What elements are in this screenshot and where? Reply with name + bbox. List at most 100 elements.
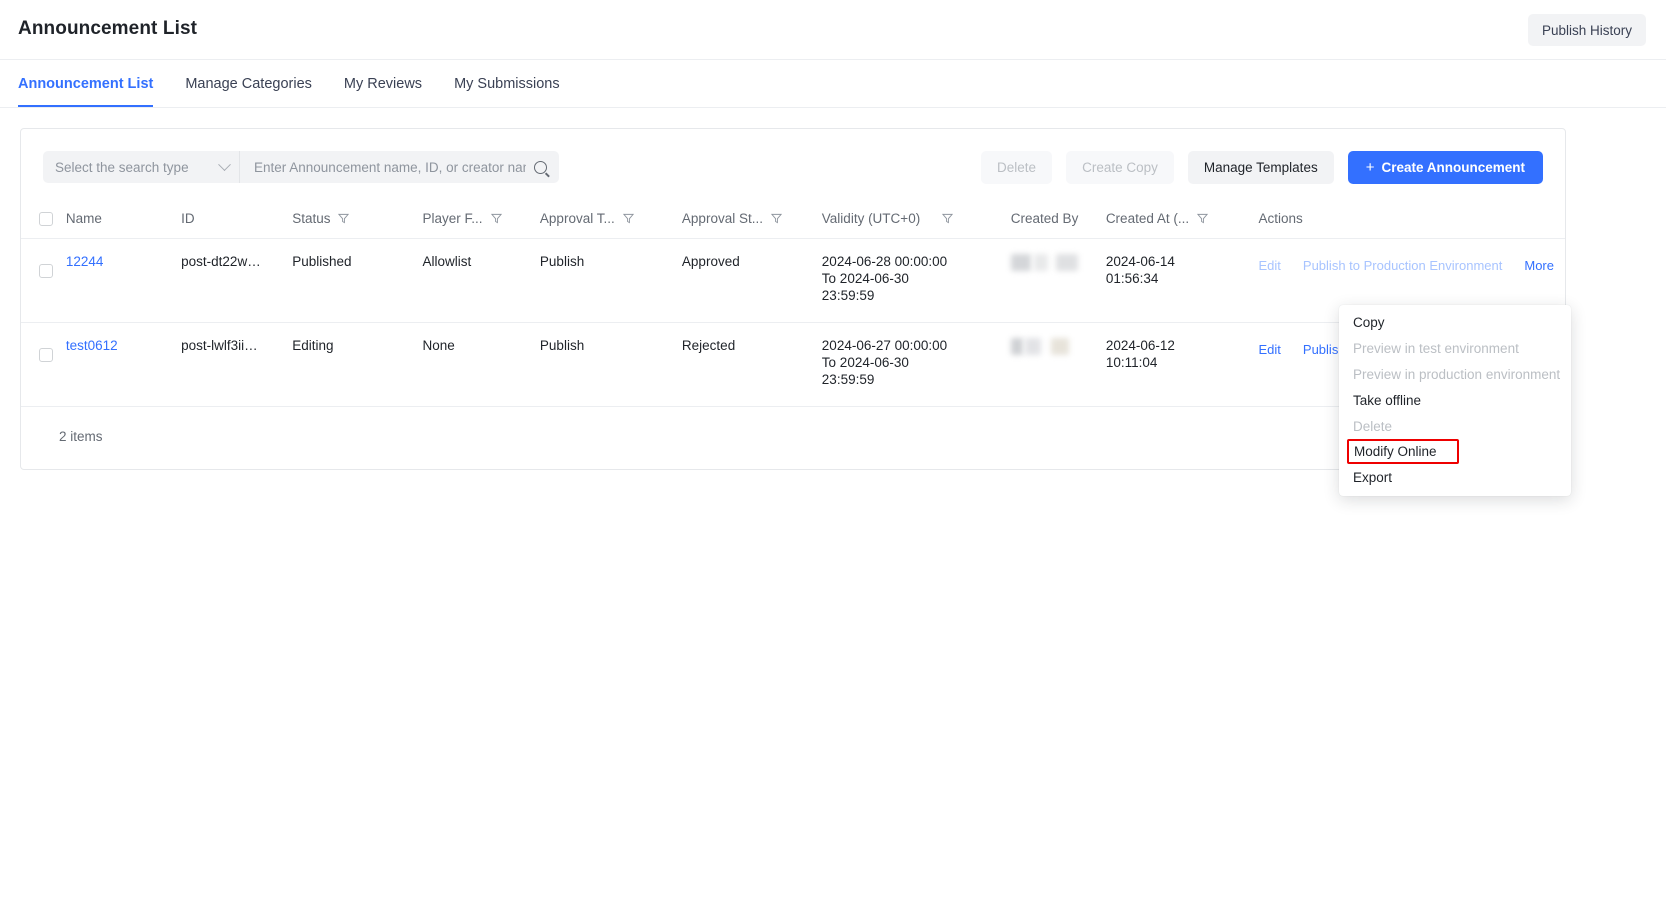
filter-icon[interactable]: [942, 213, 953, 224]
th-label: Actions: [1259, 211, 1303, 226]
created-at-time: 01:56:34: [1106, 270, 1259, 287]
announcement-name-link[interactable]: test0612: [66, 338, 118, 353]
publish-to-production-action[interactable]: Publish to Production Environment: [1303, 257, 1502, 274]
page-title: Announcement List: [18, 18, 197, 40]
menu-item-take-offline[interactable]: Take offline: [1339, 387, 1571, 413]
redacted-block: [1025, 338, 1041, 355]
menu-item-export[interactable]: Export: [1339, 464, 1571, 490]
edit-action[interactable]: Edit: [1259, 341, 1281, 358]
th-select-all: [21, 201, 66, 239]
th-name: Name: [66, 201, 181, 239]
create-copy-button[interactable]: Create Copy: [1066, 151, 1174, 184]
created-at-date: 2024-06-12: [1106, 337, 1259, 354]
tab-label: Manage Categories: [185, 76, 312, 92]
menu-item-label: Preview in test environment: [1353, 341, 1519, 356]
menu-item-delete[interactable]: Delete: [1339, 413, 1571, 439]
redacted-block: [1034, 254, 1048, 271]
table-row: 12244 post-dt22w… Published Allowlist Pu…: [21, 239, 1565, 323]
more-action[interactable]: More: [1524, 257, 1554, 274]
cell-approval-status: Rejected: [682, 323, 822, 407]
cell-created-by: [1011, 323, 1106, 407]
table-footer: 2 items 10 / pa: [21, 407, 1565, 469]
search-icon[interactable]: [534, 161, 547, 174]
tab-manage-categories[interactable]: Manage Categories: [185, 60, 312, 107]
search-box[interactable]: [239, 151, 559, 183]
cell-created-at: 2024-06-12 10:11:04: [1106, 323, 1259, 407]
tab-bar: Announcement List Manage Categories My R…: [0, 60, 1666, 108]
menu-item-preview-test[interactable]: Preview in test environment: [1339, 335, 1571, 361]
menu-item-modify-online[interactable]: Modify Online: [1347, 439, 1459, 464]
th-id: ID: [181, 201, 292, 239]
page-header: Announcement List Publish History: [0, 0, 1666, 60]
validity-end-date: To 2024-06-30: [822, 354, 1011, 371]
th-created-at: Created At (...: [1106, 201, 1259, 239]
cell-id: post-lwlf3ii…: [181, 323, 292, 407]
cell-name: test0612: [66, 323, 181, 407]
toolbar-actions: Delete Create Copy Manage Templates + Cr…: [981, 151, 1543, 184]
search-group: Select the search type: [43, 151, 559, 183]
edit-action[interactable]: Edit: [1259, 257, 1281, 274]
items-count: 2 items: [59, 429, 103, 444]
create-announcement-label: Create Announcement: [1381, 160, 1525, 175]
th-label: Validity (UTC+0): [822, 211, 920, 226]
tab-label: My Submissions: [454, 76, 560, 92]
cell-validity: 2024-06-27 00:00:00 To 2024-06-30 23:59:…: [822, 323, 1011, 407]
validity-end-time: 23:59:59: [822, 287, 1011, 304]
menu-item-label: Delete: [1353, 419, 1392, 434]
chevron-down-icon: [218, 158, 231, 171]
th-label: Player F...: [422, 211, 482, 226]
cell-created-by: [1011, 239, 1106, 323]
delete-button[interactable]: Delete: [981, 151, 1052, 184]
cell-approval-status: Approved: [682, 239, 822, 323]
th-label: Status: [292, 211, 330, 226]
menu-item-label: Preview in production environment: [1353, 367, 1560, 382]
th-label: ID: [181, 211, 195, 226]
menu-item-label: Modify Online: [1354, 444, 1437, 459]
cell-validity: 2024-06-28 00:00:00 To 2024-06-30 23:59:…: [822, 239, 1011, 323]
cell-name: 12244: [66, 239, 181, 323]
th-approval-status: Approval St...: [682, 201, 822, 239]
page-body: Select the search type Delete Create Cop…: [0, 108, 1666, 490]
th-created-by: Created By: [1011, 201, 1106, 239]
tab-my-submissions[interactable]: My Submissions: [454, 60, 560, 107]
row-select-cell: [21, 323, 66, 407]
redacted-block: [1056, 254, 1078, 271]
filter-icon[interactable]: [771, 213, 782, 224]
filter-icon[interactable]: [623, 213, 634, 224]
filter-icon[interactable]: [491, 213, 502, 224]
announcement-name-link[interactable]: 12244: [66, 254, 104, 269]
th-label: Approval T...: [540, 211, 615, 226]
row-checkbox[interactable]: [39, 264, 53, 278]
announcement-table: Name ID Status: [21, 201, 1565, 407]
cell-approval-type: Publish: [540, 323, 682, 407]
cell-created-at: 2024-06-14 01:56:34: [1106, 239, 1259, 323]
cell-approval-type: Publish: [540, 239, 682, 323]
redacted-block: [1051, 338, 1069, 355]
th-label: Name: [66, 211, 102, 226]
menu-item-copy[interactable]: Copy: [1339, 309, 1571, 335]
row-select-cell: [21, 239, 66, 323]
menu-item-preview-production[interactable]: Preview in production environment: [1339, 361, 1571, 387]
search-input[interactable]: [252, 159, 528, 176]
created-at-date: 2024-06-14: [1106, 253, 1259, 270]
menu-item-label: Take offline: [1353, 393, 1421, 408]
search-type-label: Select the search type: [55, 160, 189, 175]
th-actions: Actions: [1259, 201, 1566, 239]
tab-my-reviews[interactable]: My Reviews: [344, 60, 422, 107]
redacted-block: [1011, 338, 1023, 355]
validity-end-time: 23:59:59: [822, 371, 1011, 388]
filter-icon[interactable]: [338, 213, 349, 224]
row-checkbox[interactable]: [39, 348, 53, 362]
create-announcement-button[interactable]: + Create Announcement: [1348, 151, 1543, 184]
manage-templates-button[interactable]: Manage Templates: [1188, 151, 1334, 184]
cell-player-filter: None: [422, 323, 539, 407]
select-all-checkbox[interactable]: [39, 212, 53, 226]
filter-icon[interactable]: [1197, 213, 1208, 224]
plus-icon: +: [1366, 159, 1375, 176]
search-type-select[interactable]: Select the search type: [43, 151, 239, 183]
validity-end-date: To 2024-06-30: [822, 270, 1011, 287]
th-label: Created At (...: [1106, 211, 1189, 226]
tab-announcement-list[interactable]: Announcement List: [18, 60, 153, 107]
menu-item-label: Copy: [1353, 315, 1385, 330]
publish-history-button[interactable]: Publish History: [1528, 14, 1646, 46]
